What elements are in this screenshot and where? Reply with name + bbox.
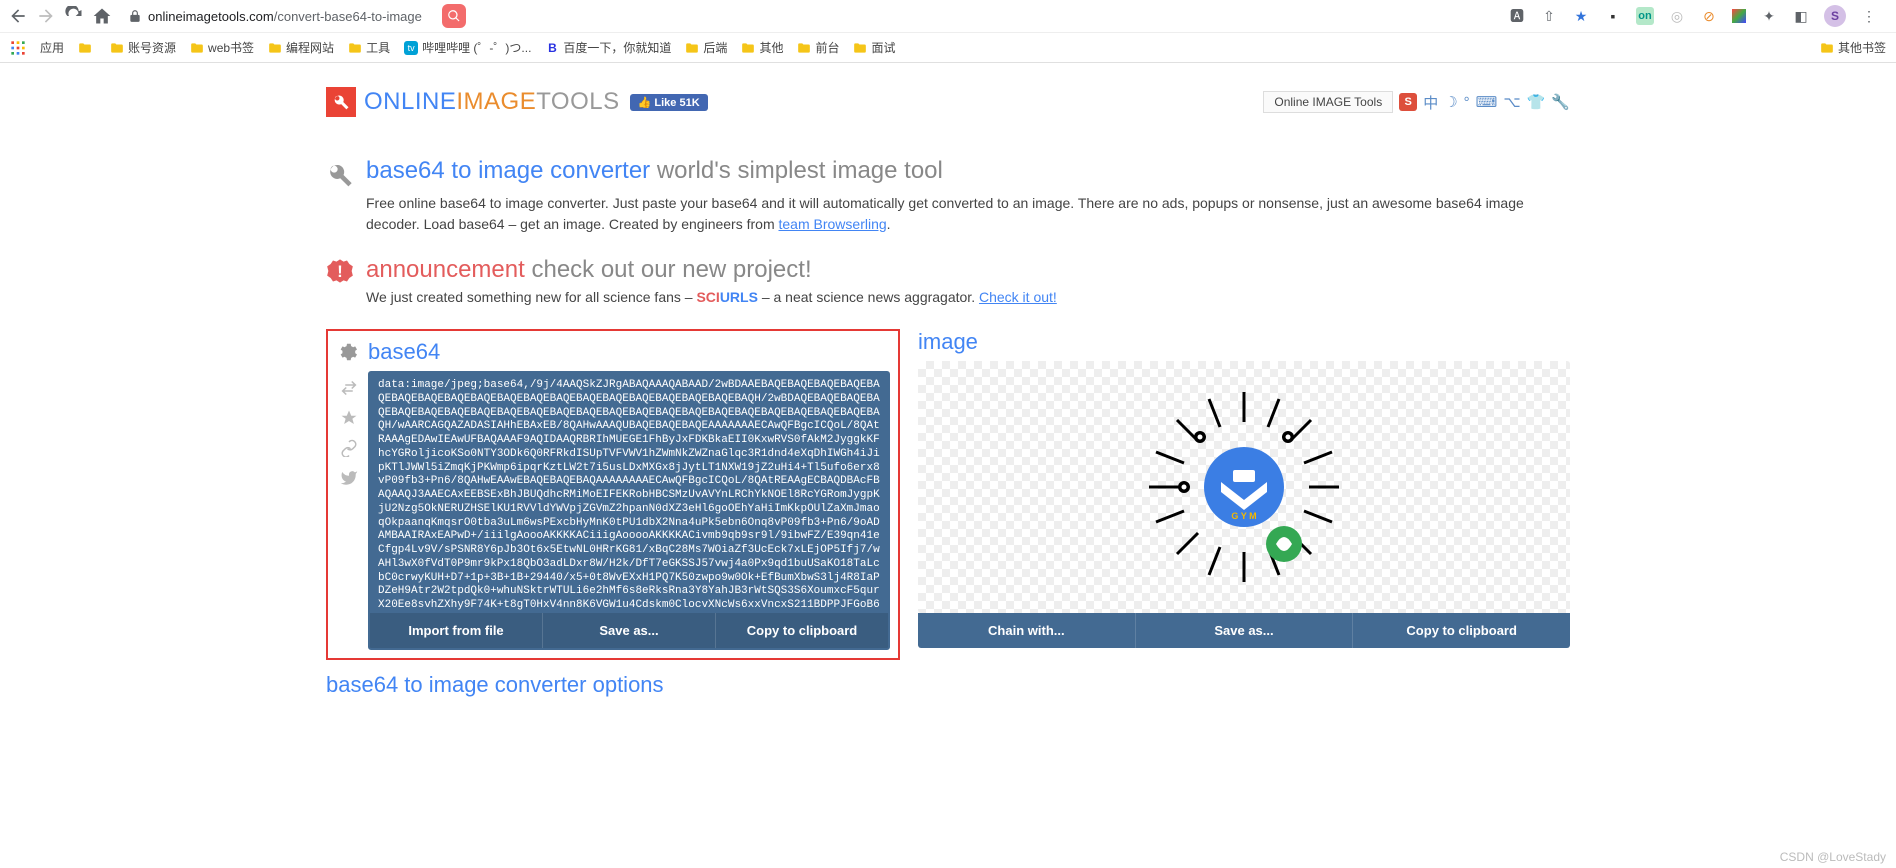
base64-textarea[interactable]: data:image/jpeg;base64,/9j/4AAQSkZJRgABA… — [368, 371, 890, 650]
sidepanel-icon[interactable]: ◧ — [1792, 7, 1810, 25]
team-link[interactable]: team Browserling — [779, 216, 887, 232]
twitter-icon[interactable] — [340, 469, 358, 487]
output-panel-title: image — [918, 329, 1570, 355]
link-icon[interactable] — [340, 439, 358, 457]
lock-icon — [128, 9, 142, 23]
bookmark-item[interactable]: 账号资源 — [110, 39, 176, 56]
bookmark-item[interactable] — [78, 41, 96, 55]
import-from-file-button[interactable]: Import from file — [370, 613, 543, 648]
url-text: onlineimagetools.com/convert-base64-to-i… — [148, 9, 422, 24]
translate-icon[interactable]: 🅰 — [1508, 7, 1526, 25]
top-widget: Online IMAGE Tools S 中 ☽ ° ⌨ ⌥ 👕 🔧 — [1263, 91, 1570, 113]
ext-icon-2[interactable]: on — [1636, 7, 1654, 25]
bookmark-item[interactable]: 应用 — [40, 39, 64, 56]
nav-reload-icon[interactable] — [64, 6, 84, 26]
widget-icon[interactable]: ⌥ — [1503, 93, 1520, 111]
watermark: CSDN @LoveStady — [1780, 850, 1886, 864]
browser-toolbar: onlineimagetools.com/convert-base64-to-i… — [0, 0, 1896, 32]
bookmark-item[interactable]: 工具 — [348, 39, 390, 56]
announcement-title: ! announcement check out our new project… — [318, 255, 1578, 289]
ext-icon-3[interactable]: ◎ — [1668, 7, 1686, 25]
svg-text:G Y M: G Y M — [1231, 511, 1256, 521]
profile-avatar[interactable]: S — [1824, 5, 1846, 27]
bookmarks-bar: 应用 账号资源 web书签 编程网站 工具 tv哔哩哔哩 (゜-゜)つ... B… — [0, 32, 1896, 62]
converter-panels: base64 data:image/jpeg;base64,/9j/4AAQSk… — [318, 329, 1578, 660]
wrench-icon — [332, 93, 350, 111]
announcement-icon: ! — [326, 257, 354, 285]
announcement-body: We just created something new for all sc… — [366, 289, 1578, 305]
fb-like-button[interactable]: 👍 Like 51K — [630, 94, 708, 111]
base64-content[interactable]: data:image/jpeg;base64,/9j/4AAQSkZJRgABA… — [370, 373, 888, 613]
search-icon[interactable] — [442, 4, 466, 28]
image-output-area[interactable]: G Y M — [918, 361, 1570, 613]
copy-to-clipboard-button[interactable]: Copy to clipboard — [1353, 613, 1570, 648]
save-as-button[interactable]: Save as... — [543, 613, 716, 648]
options-title: base64 to image converter options — [318, 672, 1578, 698]
bookmark-item[interactable]: 面试 — [853, 39, 895, 56]
panel-side-icons — [336, 371, 362, 650]
ext-icon-5[interactable] — [1732, 9, 1746, 23]
bookmark-item[interactable]: B百度一下，你就知道 — [545, 39, 671, 56]
star-icon[interactable]: ★ — [1572, 7, 1590, 25]
favorite-icon[interactable] — [340, 409, 358, 427]
tool-description: Free online base64 to image converter. J… — [366, 193, 1578, 235]
moon-icon[interactable]: ☽ — [1444, 93, 1457, 111]
nav-home-icon[interactable] — [92, 6, 112, 26]
tool-title: base64 to image converter world's simple… — [318, 157, 1578, 193]
bookmark-item[interactable]: 其他 — [741, 39, 783, 56]
copy-to-clipboard-button[interactable]: Copy to clipboard — [716, 613, 888, 648]
page-content: ONLINEIMAGETOOLS 👍 Like 51K Online IMAGE… — [318, 63, 1578, 698]
browser-chrome: onlineimagetools.com/convert-base64-to-i… — [0, 0, 1896, 63]
other-bookmarks[interactable]: 其他书签 — [1820, 39, 1886, 56]
menu-icon[interactable]: ⋮ — [1860, 7, 1878, 25]
bookmark-item[interactable]: 前台 — [797, 39, 839, 56]
bookmark-item[interactable]: 编程网站 — [268, 39, 334, 56]
bookmark-item[interactable]: 后端 — [685, 39, 727, 56]
bookmark-item[interactable]: tv哔哩哔哩 (゜-゜)つ... — [404, 39, 531, 56]
extension-icons: 🅰 ⇧ ★ ▪ on ◎ ⊘ ✦ ◧ S ⋮ — [1508, 5, 1888, 27]
widget-icon[interactable]: 中 — [1423, 92, 1438, 113]
input-panel-highlight: base64 data:image/jpeg;base64,/9j/4AAQSk… — [326, 329, 900, 660]
extensions-icon[interactable]: ✦ — [1760, 7, 1778, 25]
site-logo[interactable]: ONLINEIMAGETOOLS — [326, 87, 620, 117]
chain-with-button[interactable]: Chain with... — [918, 613, 1136, 648]
output-button-bar: Chain with... Save as... Copy to clipboa… — [918, 613, 1570, 648]
keyboard-icon[interactable]: ⌨ — [1476, 93, 1498, 111]
gear-icon[interactable] — [336, 341, 358, 363]
apps-icon[interactable] — [10, 40, 26, 56]
sogou-icon[interactable]: S — [1399, 93, 1417, 111]
url-bar[interactable]: onlineimagetools.com/convert-base64-to-i… — [120, 5, 430, 28]
nav-forward-icon — [36, 6, 56, 26]
top-widget-label[interactable]: Online IMAGE Tools — [1263, 91, 1393, 113]
svg-text:!: ! — [337, 263, 342, 281]
input-panel-title: base64 — [336, 339, 890, 365]
save-as-button[interactable]: Save as... — [1136, 613, 1354, 648]
check-it-out-link[interactable]: Check it out! — [979, 289, 1057, 305]
widget-icon[interactable]: ° — [1464, 94, 1470, 111]
output-image-preview: G Y M — [1129, 372, 1359, 602]
ext-icon-4[interactable]: ⊘ — [1700, 7, 1718, 25]
bookmark-item[interactable]: web书签 — [190, 39, 254, 56]
swap-icon[interactable] — [340, 379, 358, 397]
ext-icon-1[interactable]: ▪ — [1604, 7, 1622, 25]
share-icon[interactable]: ⇧ — [1540, 7, 1558, 25]
widget-icon[interactable]: 👕 — [1527, 93, 1546, 111]
output-panel: image — [918, 329, 1570, 660]
spanner-icon[interactable]: 🔧 — [1551, 93, 1570, 111]
input-button-bar: Import from file Save as... Copy to clip… — [370, 613, 888, 648]
nav-back-icon[interactable] — [8, 6, 28, 26]
wrench-icon — [326, 161, 354, 189]
